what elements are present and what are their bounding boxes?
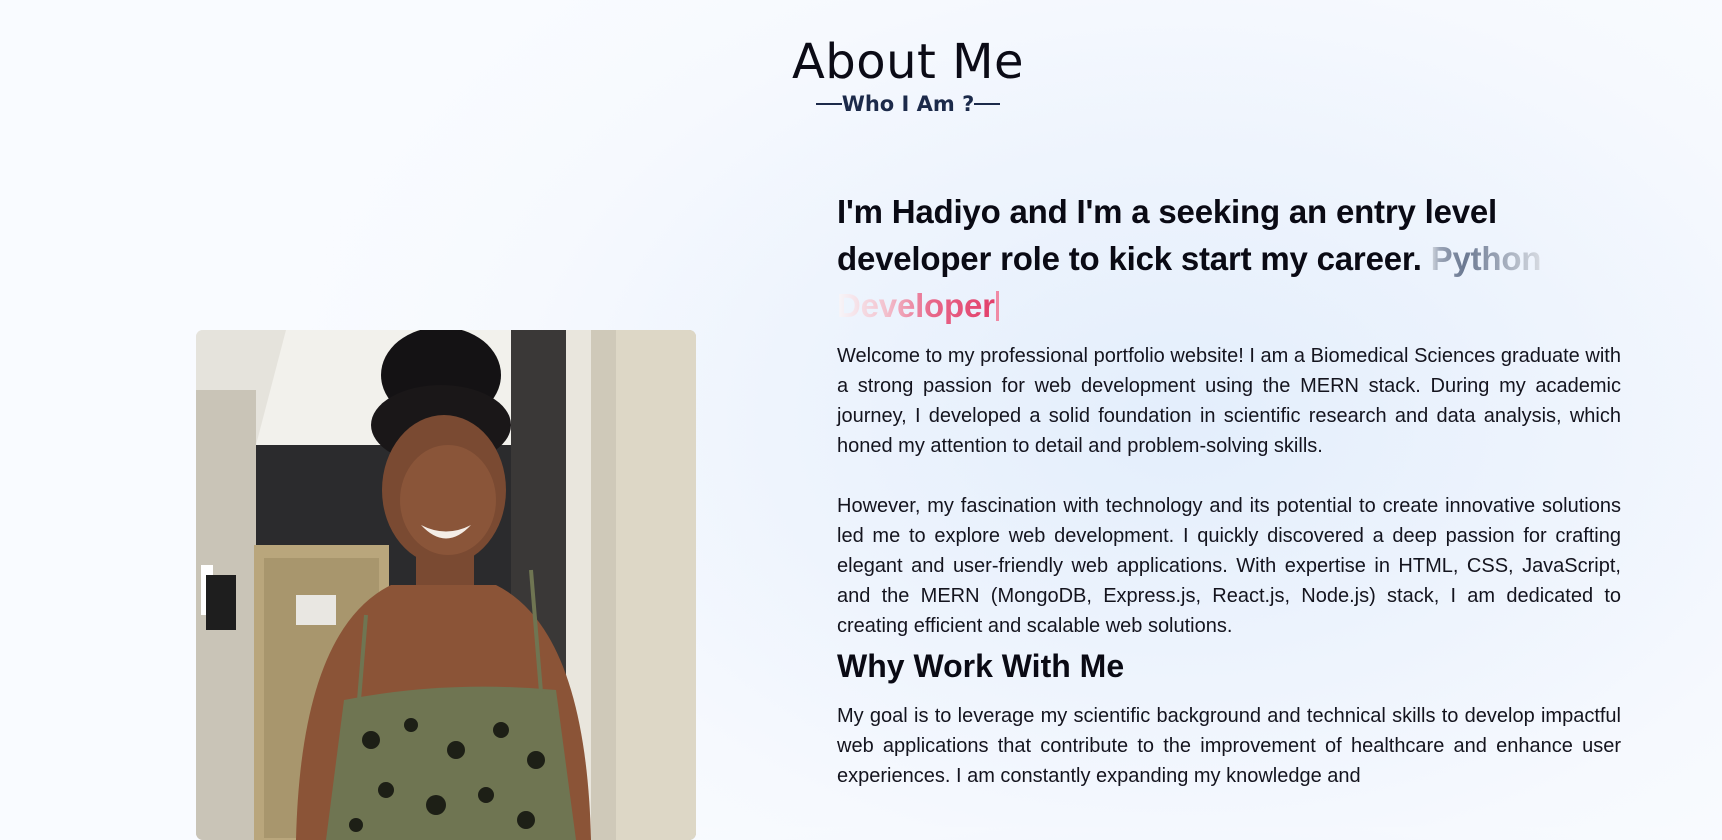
- typed-role-part1: Python: [1430, 240, 1542, 277]
- about-paragraph-3: My goal is to leverage my scientific bac…: [837, 705, 1621, 787]
- intro-text: I'm Hadiyo and I'm a seeking an entry le…: [837, 193, 1498, 277]
- about-content: I'm Hadiyo and I'm a seeking an entry le…: [837, 188, 1621, 791]
- typing-cursor: [995, 291, 999, 321]
- section-subtitle: Who I Am ?: [0, 92, 1722, 116]
- profile-photo: [196, 330, 696, 840]
- section-header: About Me Who I Am ?: [0, 30, 1722, 116]
- subtitle-dash-left: [815, 103, 842, 105]
- typed-role-part2: Developer: [837, 287, 995, 324]
- why-work-with-me-heading: Why Work With Me: [837, 648, 1125, 684]
- about-paragraph-2: However, my fascination with technology …: [837, 495, 1621, 637]
- intro-heading: I'm Hadiyo and I'm a seeking an entry le…: [837, 188, 1621, 329]
- section-title: About Me: [791, 34, 1025, 90]
- about-paragraph-1: Welcome to my professional portfolio web…: [837, 345, 1621, 457]
- subtitle-dash-right: [974, 103, 1001, 105]
- person-photo-icon: [196, 330, 696, 840]
- subtitle-text: Who I Am ?: [841, 92, 975, 116]
